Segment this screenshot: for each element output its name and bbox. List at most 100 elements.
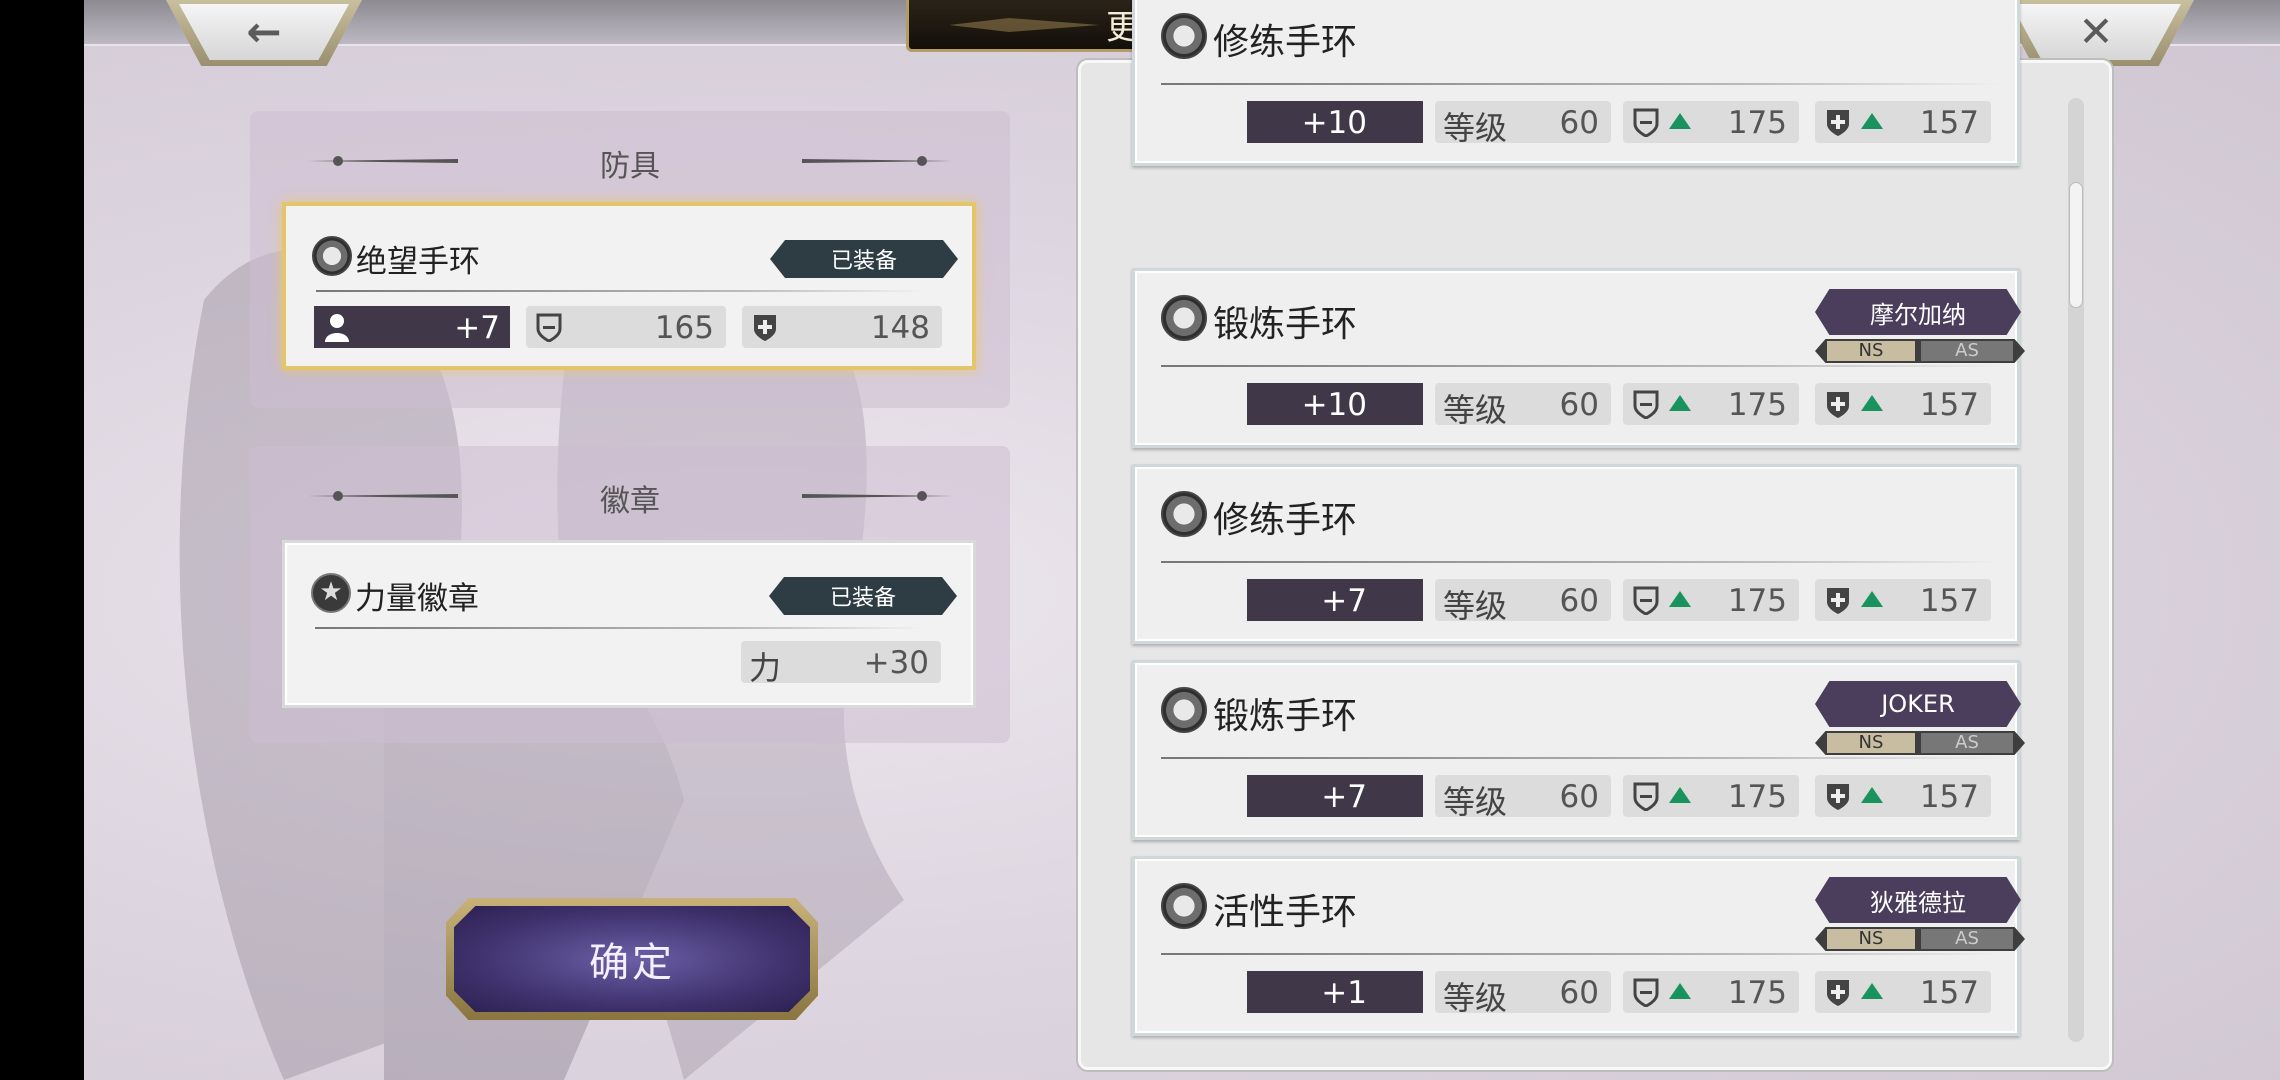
level-value: +7 bbox=[1321, 583, 1367, 619]
up-arrow-icon bbox=[1861, 983, 1883, 999]
cross-shield-icon bbox=[1827, 392, 1849, 418]
ornament-line-icon bbox=[308, 156, 458, 166]
ring-icon bbox=[1161, 687, 1207, 733]
mag-def-box: 157 bbox=[1815, 775, 1991, 817]
divider bbox=[1161, 757, 2001, 759]
phys-def-box: 175 bbox=[1623, 383, 1799, 425]
divider bbox=[1161, 953, 2001, 955]
grade-label: 等级 bbox=[1443, 979, 1508, 1017]
phys-def-value: 175 bbox=[1727, 583, 1787, 619]
mag-def-box: 157 bbox=[1815, 383, 1991, 425]
as-label: AS bbox=[1921, 929, 2013, 949]
ornament-line-icon bbox=[802, 156, 952, 166]
grade-box: 等级 60 bbox=[1435, 775, 1611, 821]
title-ornament-left bbox=[949, 18, 1099, 32]
shield-icon bbox=[1633, 782, 1659, 811]
equipped-armor-card[interactable]: 绝望手环 已装备 +7 165 148 bbox=[282, 202, 976, 370]
ring-icon bbox=[1161, 883, 1207, 929]
grade-label: 等级 bbox=[1443, 783, 1508, 821]
badge-section: 徽章 ★ 力量徽章 已装备 力 +30 bbox=[250, 446, 1010, 743]
mag-def-value: 157 bbox=[1919, 105, 1979, 141]
equipped-badge: 已装备 bbox=[770, 240, 958, 278]
phys-def-box: 175 bbox=[1623, 775, 1799, 817]
ns-as-tag: NS AS bbox=[1815, 927, 2025, 951]
badge-name: 力量徽章 bbox=[355, 581, 479, 617]
up-arrow-icon bbox=[1861, 395, 1883, 411]
divider bbox=[1161, 83, 2001, 85]
equipment-list-item[interactable]: 锻炼手环 JOKER NS AS +7 等级 60 175 157 bbox=[1132, 660, 2025, 840]
mag-def-value: 157 bbox=[1919, 583, 1979, 619]
back-arrow-icon: ← bbox=[246, 7, 282, 56]
up-arrow-icon bbox=[1669, 113, 1691, 129]
mag-def-value: 148 bbox=[870, 310, 930, 346]
stat-value: +30 bbox=[863, 645, 929, 681]
level-box: +10 bbox=[1247, 383, 1423, 425]
phys-def-value: 175 bbox=[1727, 105, 1787, 141]
cross-shield-icon bbox=[754, 315, 776, 341]
cross-shield-icon bbox=[1827, 588, 1849, 614]
close-button[interactable]: ✕ bbox=[1998, 0, 2194, 66]
grade-label: 等级 bbox=[1443, 587, 1508, 625]
ns-as-tag: NS AS bbox=[1815, 339, 2025, 363]
ns-label: NS bbox=[1827, 341, 1915, 361]
equipment-list-item[interactable]: 活性手环 狄雅德拉 NS AS +1 等级 60 175 157 bbox=[1132, 856, 2025, 1036]
item-name: 活性手环 bbox=[1213, 892, 1358, 933]
mag-def-value: 157 bbox=[1919, 779, 1979, 815]
grade-value: 60 bbox=[1559, 975, 1599, 1011]
phys-def-box: 165 bbox=[526, 306, 726, 348]
person-icon bbox=[325, 314, 349, 342]
equipment-list-item[interactable]: 修练手环 +7 等级 60 175 157 bbox=[1132, 464, 2020, 644]
mag-def-value: 157 bbox=[1919, 387, 1979, 423]
level-box: +7 bbox=[1247, 579, 1423, 621]
level-box: +1 bbox=[1247, 971, 1423, 1013]
equipped-badge-card[interactable]: ★ 力量徽章 已装备 力 +30 bbox=[282, 540, 976, 708]
divider bbox=[1161, 561, 2001, 563]
up-arrow-icon bbox=[1669, 395, 1691, 411]
badge-section-title: 徽章 bbox=[600, 484, 660, 519]
grade-value: 60 bbox=[1559, 583, 1599, 619]
scrollbar-thumb[interactable] bbox=[2069, 182, 2083, 308]
item-name: 修练手环 bbox=[1213, 22, 1358, 63]
grade-value: 60 bbox=[1559, 779, 1599, 815]
mag-def-box: 157 bbox=[1815, 579, 1991, 621]
up-arrow-icon bbox=[1861, 591, 1883, 607]
grade-box: 等级 60 bbox=[1435, 101, 1611, 147]
ring-icon bbox=[312, 236, 352, 276]
as-label: AS bbox=[1921, 341, 2013, 361]
phys-def-value: 175 bbox=[1727, 387, 1787, 423]
badge-icon: ★ bbox=[311, 573, 351, 613]
mag-def-box: 157 bbox=[1815, 971, 1991, 1013]
strength-stat-box: 力 +30 bbox=[741, 641, 941, 687]
divider bbox=[315, 627, 925, 629]
up-arrow-icon bbox=[1669, 591, 1691, 607]
confirm-button[interactable]: 确定 bbox=[446, 898, 818, 1020]
armor-section: 防具 绝望手环 已装备 +7 165 148 bbox=[250, 111, 1010, 408]
item-name: 锻炼手环 bbox=[1213, 304, 1358, 345]
equipment-list-item[interactable]: 锻炼手环 摩尔加纳 NS AS +10 等级 60 175 157 bbox=[1132, 268, 2025, 448]
owner-tag: 狄雅德拉 bbox=[1815, 877, 2021, 923]
level-box: +7 bbox=[314, 306, 510, 348]
confirm-label: 确定 bbox=[589, 940, 675, 986]
armor-section-header: 防具 bbox=[250, 141, 1010, 185]
equipment-list-item[interactable]: 修练手环 +10 等级 60 175 157 bbox=[1132, 0, 2020, 166]
phys-def-value: 175 bbox=[1727, 975, 1787, 1011]
as-label: AS bbox=[1921, 733, 2013, 753]
cross-shield-icon bbox=[1827, 980, 1849, 1006]
mag-def-value: 157 bbox=[1919, 975, 1979, 1011]
grade-value: 60 bbox=[1559, 387, 1599, 423]
grade-label: 等级 bbox=[1443, 109, 1508, 147]
grade-label: 等级 bbox=[1443, 391, 1508, 429]
ns-as-tag: NS AS bbox=[1815, 731, 2025, 755]
phys-def-box: 175 bbox=[1623, 579, 1799, 621]
ornament-line-icon bbox=[308, 491, 458, 501]
ring-icon bbox=[1161, 491, 1207, 537]
close-icon: ✕ bbox=[2078, 7, 2114, 56]
level-value: +7 bbox=[1321, 779, 1367, 815]
shield-icon bbox=[1633, 586, 1659, 615]
level-value: +7 bbox=[454, 310, 500, 346]
item-name: 绝望手环 bbox=[356, 244, 480, 280]
equipped-badge: 已装备 bbox=[769, 577, 957, 615]
phys-def-value: 175 bbox=[1727, 779, 1787, 815]
up-arrow-icon bbox=[1861, 113, 1883, 129]
level-value: +1 bbox=[1321, 975, 1367, 1011]
